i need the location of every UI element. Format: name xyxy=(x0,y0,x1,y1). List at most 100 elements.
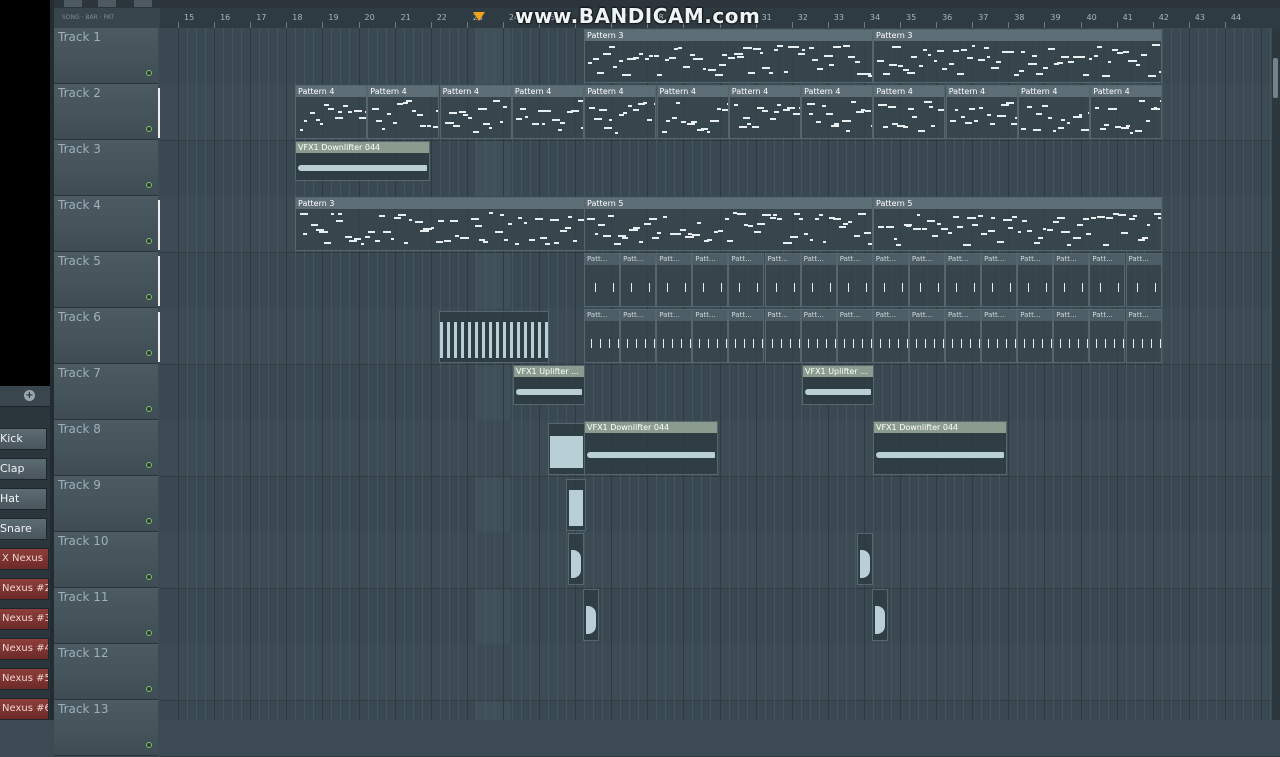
playlist-clip[interactable]: Pattern 4 xyxy=(1090,85,1162,139)
audio-hit[interactable] xyxy=(568,533,584,585)
track-mute-led[interactable] xyxy=(146,686,152,692)
playlist-clip[interactable]: Patt... xyxy=(765,253,801,307)
playlist-clip[interactable]: Pattern 4 xyxy=(512,85,584,139)
playlist-clip[interactable]: Pattern 4 xyxy=(657,85,729,139)
audio-burst[interactable] xyxy=(548,423,585,475)
channel-snare[interactable]: Snare xyxy=(0,518,47,540)
playlist-clip[interactable]: Pattern 4 xyxy=(801,85,873,139)
track-mute-led[interactable] xyxy=(146,574,152,580)
playlist-clip[interactable]: Pattern 3 xyxy=(295,197,585,251)
track-header[interactable]: Track 3 xyxy=(54,140,158,196)
playlist-clip[interactable]: VFX1 Uplifter ... xyxy=(802,365,874,405)
track-mute-led[interactable] xyxy=(146,462,152,468)
playlist-clip[interactable]: Pattern 4 xyxy=(946,85,1018,139)
channel-nexus-5[interactable]: Nexus #5 xyxy=(0,668,49,690)
playlist-clip[interactable]: Patt... xyxy=(728,253,764,307)
playlist-clip[interactable]: VFX1 Downlifter 044 xyxy=(584,421,718,475)
scrollbar-thumb[interactable] xyxy=(1273,58,1278,98)
track-mute-led[interactable] xyxy=(146,518,152,524)
playlist-clip[interactable]: VFX1 Downlifter 044 xyxy=(873,421,1007,475)
track-header[interactable]: Track 7 xyxy=(54,364,158,420)
playlist-clip[interactable]: Pattern 4 xyxy=(584,85,656,139)
playlist-clip[interactable]: Patt... xyxy=(1017,309,1053,363)
track-mute-led[interactable] xyxy=(146,70,152,76)
channel-nexus-3[interactable]: Nexus #3 xyxy=(0,608,49,630)
channel-nexus-6[interactable]: Nexus #6 xyxy=(0,698,49,720)
track-mute-led[interactable] xyxy=(146,406,152,412)
track-header[interactable]: Track 8 xyxy=(54,420,158,476)
menu-icon[interactable] xyxy=(64,0,82,7)
channel-x-nexus[interactable]: X Nexus xyxy=(0,548,49,570)
track-header[interactable]: Track 2 xyxy=(54,84,158,140)
track-header[interactable]: Track 1 xyxy=(54,28,158,84)
track-header[interactable]: Track 4 xyxy=(54,196,158,252)
playlist-clip[interactable]: Patt... xyxy=(1017,253,1053,307)
playlist-grid[interactable]: Pattern 3Pattern 3Pattern 4Pattern 4Patt… xyxy=(160,28,1280,720)
track-header[interactable]: Track 12 xyxy=(54,644,158,700)
playlist-clip[interactable]: Pattern 5 xyxy=(584,197,873,251)
playlist-clip[interactable]: VFX1 Downlifter 044 xyxy=(295,141,430,181)
playlist-clip[interactable]: Patt... xyxy=(1089,309,1125,363)
playlist-clip[interactable]: Patt... xyxy=(692,309,728,363)
playlist-clip[interactable]: Pattern 4 xyxy=(440,85,512,139)
playlist-clip[interactable]: Pattern 3 xyxy=(584,29,873,83)
playlist-clip[interactable]: Patt... xyxy=(728,309,764,363)
playlist-clip[interactable]: Patt... xyxy=(1053,253,1089,307)
channel-hat[interactable]: Hat xyxy=(0,488,47,510)
audio-hit[interactable] xyxy=(857,533,873,585)
track-mute-led[interactable] xyxy=(146,294,152,300)
playlist-clip[interactable]: Patt... xyxy=(656,253,692,307)
channel-clap[interactable]: Clap xyxy=(0,458,47,480)
playlist-clip[interactable]: Patt... xyxy=(1126,309,1162,363)
track-mute-led[interactable] xyxy=(146,238,152,244)
channel-kick[interactable]: Kick xyxy=(0,428,47,450)
snap-selector[interactable]: SONG · BAR · PAT xyxy=(54,8,160,28)
audio-burst[interactable] xyxy=(439,311,549,363)
playlist-clip[interactable]: Patt... xyxy=(1089,253,1125,307)
channel-nexus-2[interactable]: Nexus #2 xyxy=(0,578,49,600)
audio-burst[interactable] xyxy=(566,479,586,531)
playlist-clip[interactable]: Pattern 4 xyxy=(295,85,367,139)
playlist-clip[interactable]: VFX1 Uplifter ... xyxy=(513,365,585,405)
playlist-clip[interactable]: Pattern 5 xyxy=(873,197,1162,251)
playlist-clip[interactable]: Patt... xyxy=(765,309,801,363)
track-header[interactable]: Track 10 xyxy=(54,532,158,588)
audio-hit[interactable] xyxy=(872,589,888,641)
playlist-clip[interactable]: Patt... xyxy=(584,309,620,363)
playlist-clip[interactable]: Pattern 4 xyxy=(1018,85,1090,139)
track-header[interactable]: Track 6 xyxy=(54,308,158,364)
track-header[interactable]: Track 13 xyxy=(54,700,158,756)
playlist-clip[interactable]: Patt... xyxy=(909,253,945,307)
playlist-clip[interactable]: Patt... xyxy=(692,253,728,307)
playlist-clip[interactable]: Patt... xyxy=(981,309,1017,363)
add-channel-icon[interactable]: + xyxy=(24,390,35,401)
playlist-clip[interactable]: Patt... xyxy=(837,253,873,307)
playlist-clip[interactable]: Patt... xyxy=(981,253,1017,307)
playlist-clip[interactable]: Patt... xyxy=(909,309,945,363)
playlist-clip[interactable]: Patt... xyxy=(873,253,909,307)
track-header[interactable]: Track 9 xyxy=(54,476,158,532)
tool-icon[interactable] xyxy=(98,0,116,7)
playlist-clip[interactable]: Patt... xyxy=(1126,253,1162,307)
playlist-clip[interactable]: Patt... xyxy=(837,309,873,363)
playlist-clip[interactable]: Pattern 3 xyxy=(873,29,1162,83)
track-mute-led[interactable] xyxy=(146,630,152,636)
playlist-clip[interactable]: Patt... xyxy=(1053,309,1089,363)
magnet-icon[interactable] xyxy=(134,0,152,7)
playhead-marker[interactable] xyxy=(473,12,485,21)
vertical-scrollbar[interactable] xyxy=(1272,28,1280,720)
playlist-clip[interactable]: Patt... xyxy=(945,253,981,307)
playlist-clip[interactable]: Patt... xyxy=(584,253,620,307)
playlist-clip[interactable]: Patt... xyxy=(873,309,909,363)
channel-nexus-4[interactable]: Nexus #4 xyxy=(0,638,49,660)
playlist-clip[interactable]: Pattern 4 xyxy=(367,85,439,139)
playlist-clip[interactable]: Patt... xyxy=(620,309,656,363)
track-mute-led[interactable] xyxy=(146,742,152,748)
track-mute-led[interactable] xyxy=(146,182,152,188)
track-mute-led[interactable] xyxy=(146,126,152,132)
track-header[interactable]: Track 11 xyxy=(54,588,158,644)
playlist-clip[interactable]: Patt... xyxy=(801,309,837,363)
playlist-clip[interactable]: Patt... xyxy=(801,253,837,307)
track-header[interactable]: Track 5 xyxy=(54,252,158,308)
playlist-clip[interactable]: Patt... xyxy=(656,309,692,363)
